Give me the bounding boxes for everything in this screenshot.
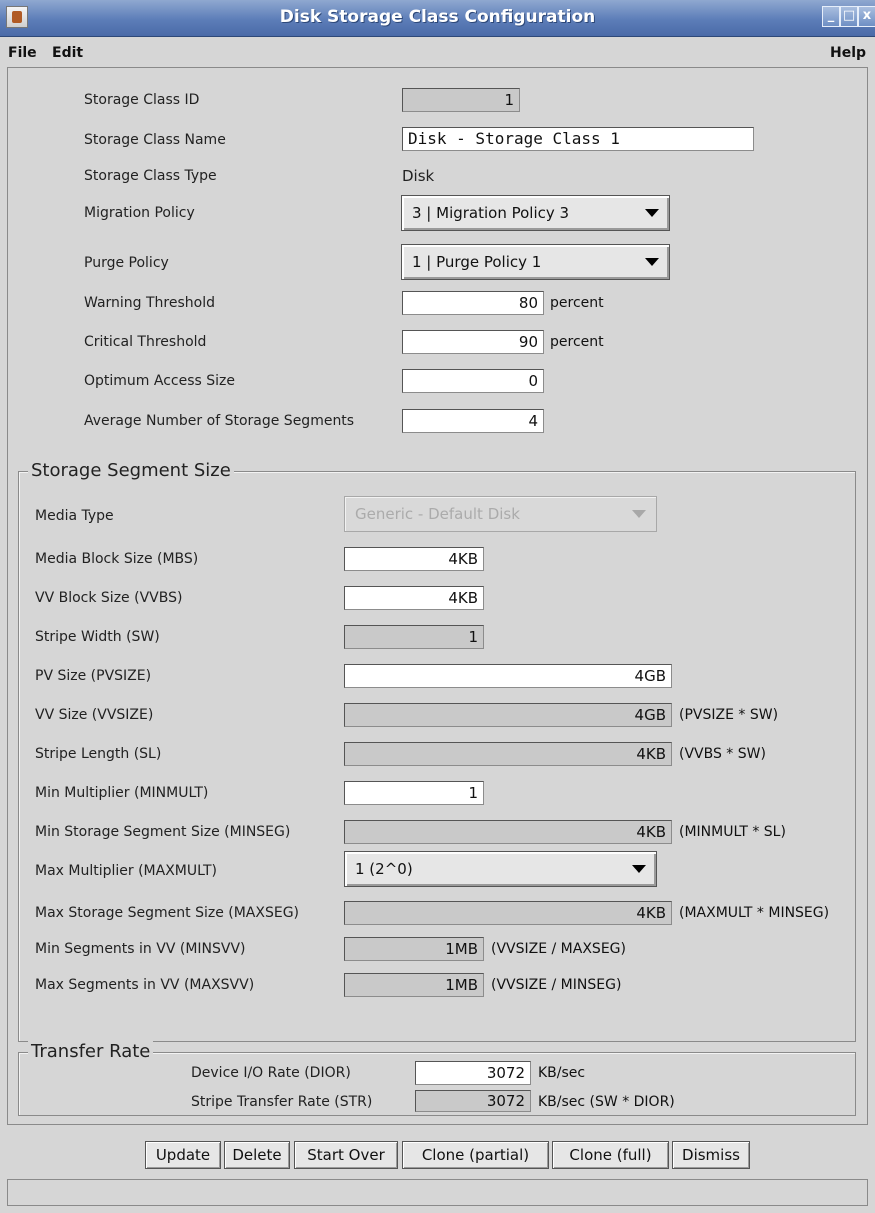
sl-label: Stripe Length (SL) (35, 746, 162, 762)
optimum-access-size-field[interactable]: 0 (402, 369, 544, 393)
status-bar (7, 1179, 868, 1206)
minsvv-field: 1MB (344, 937, 484, 961)
warning-threshold-label: Warning Threshold (84, 295, 216, 311)
chevron-down-icon (632, 865, 646, 873)
menu-edit[interactable]: Edit (52, 45, 83, 61)
minseg-formula: (MINMULT * SL) (679, 824, 786, 840)
delete-button[interactable]: Delete (224, 1141, 290, 1169)
mbs-field[interactable]: 4KB (344, 547, 484, 571)
minsvv-label: Min Segments in VV (MINSVV) (35, 941, 246, 957)
vvsize-label: VV Size (VVSIZE) (35, 707, 154, 723)
storage-class-name-label: Storage Class Name (84, 132, 226, 148)
storage-segment-size-group: Storage Segment Size Media Type Generic … (18, 460, 856, 1042)
str-label: Stripe Transfer Rate (STR) (191, 1094, 373, 1110)
maximize-button[interactable]: □ (840, 6, 858, 27)
vvbs-field[interactable]: 4KB (344, 586, 484, 610)
transfer-rate-title: Transfer Rate (28, 1041, 154, 1062)
maxsvv-field: 1MB (344, 973, 484, 997)
window-title: Disk Storage Class Configuration (279, 7, 596, 27)
media-type-value: Generic - Default Disk (355, 505, 520, 523)
dior-unit: KB/sec (538, 1065, 586, 1081)
storage-segment-size-title: Storage Segment Size (28, 460, 234, 481)
warning-threshold-field[interactable]: 80 (402, 291, 544, 315)
minimize-button[interactable]: _ (822, 6, 840, 27)
title-bar[interactable]: Disk Storage Class Configuration _ □ x (0, 0, 875, 37)
critical-threshold-unit: percent (550, 334, 604, 350)
mbs-label: Media Block Size (MBS) (35, 551, 199, 567)
minseg-label: Min Storage Segment Size (MINSEG) (35, 824, 291, 840)
clone-partial-button[interactable]: Clone (partial) (402, 1141, 549, 1169)
pvsize-label: PV Size (PVSIZE) (35, 668, 152, 684)
dior-label: Device I/O Rate (DIOR) (191, 1065, 351, 1081)
minsvv-formula: (VVSIZE / MAXSEG) (491, 941, 626, 957)
maxseg-formula: (MAXMULT * MINSEG) (679, 905, 830, 921)
migration-policy-dropdown[interactable]: 3 | Migration Policy 3 (401, 195, 670, 231)
maxmult-label: Max Multiplier (MAXMULT) (35, 863, 218, 879)
dismiss-button[interactable]: Dismiss (672, 1141, 750, 1169)
minseg-field: 4KB (344, 820, 672, 844)
vvbs-label: VV Block Size (VVBS) (35, 590, 183, 606)
maxmult-dropdown[interactable]: 1 (2^0) (344, 851, 657, 887)
media-type-label: Media Type (35, 508, 114, 524)
migration-policy-value: 3 | Migration Policy 3 (412, 204, 570, 222)
chevron-down-icon (645, 258, 659, 266)
menu-help[interactable]: Help (830, 45, 866, 61)
minmult-label: Min Multiplier (MINMULT) (35, 785, 209, 801)
sw-field: 1 (344, 625, 484, 649)
maxmult-value: 1 (2^0) (355, 860, 413, 878)
maxsvv-label: Max Segments in VV (MAXSVV) (35, 977, 255, 993)
avg-storage-segments-field[interactable]: 4 (402, 409, 544, 433)
maxsvv-formula: (VVSIZE / MINSEG) (491, 977, 622, 993)
purge-policy-value: 1 | Purge Policy 1 (412, 253, 542, 271)
maxseg-label: Max Storage Segment Size (MAXSEG) (35, 905, 300, 921)
chevron-down-icon (632, 510, 646, 518)
storage-class-type-label: Storage Class Type (84, 168, 217, 184)
start-over-button[interactable]: Start Over (294, 1141, 398, 1169)
menu-file[interactable]: File (8, 45, 37, 61)
optimum-access-size-label: Optimum Access Size (84, 373, 235, 389)
str-unit: KB/sec (SW * DIOR) (538, 1094, 675, 1110)
pvsize-field[interactable]: 4GB (344, 664, 672, 688)
str-field: 3072 (415, 1090, 531, 1112)
dior-field[interactable]: 3072 (415, 1061, 531, 1085)
close-button[interactable]: x (858, 6, 875, 27)
menu-bar: File Edit Help (0, 37, 875, 65)
purge-policy-label: Purge Policy (84, 255, 169, 271)
purge-policy-dropdown[interactable]: 1 | Purge Policy 1 (401, 244, 670, 280)
migration-policy-label: Migration Policy (84, 205, 195, 221)
sl-field: 4KB (344, 742, 672, 766)
chevron-down-icon (645, 209, 659, 217)
warning-threshold-unit: percent (550, 295, 604, 311)
critical-threshold-field[interactable]: 90 (402, 330, 544, 354)
storage-class-id-field: 1 (402, 88, 520, 112)
media-type-dropdown: Generic - Default Disk (344, 496, 657, 532)
vvsize-field: 4GB (344, 703, 672, 727)
update-button[interactable]: Update (145, 1141, 221, 1169)
minmult-field[interactable]: 1 (344, 781, 484, 805)
sw-label: Stripe Width (SW) (35, 629, 160, 645)
sl-formula: (VVBS * SW) (679, 746, 766, 762)
storage-class-id-label: Storage Class ID (84, 92, 200, 108)
maxseg-field: 4KB (344, 901, 672, 925)
clone-full-button[interactable]: Clone (full) (552, 1141, 669, 1169)
critical-threshold-label: Critical Threshold (84, 334, 207, 350)
storage-class-type-value: Disk (402, 167, 435, 185)
vvsize-formula: (PVSIZE * SW) (679, 707, 779, 723)
storage-class-name-field[interactable]: Disk - Storage Class 1 (402, 127, 754, 151)
config-panel: Storage Class ID 1 Storage Class Name Di… (7, 67, 868, 1125)
transfer-rate-group: Transfer Rate Device I/O Rate (DIOR) 307… (18, 1041, 856, 1116)
avg-storage-segments-label: Average Number of Storage Segments (84, 413, 355, 429)
